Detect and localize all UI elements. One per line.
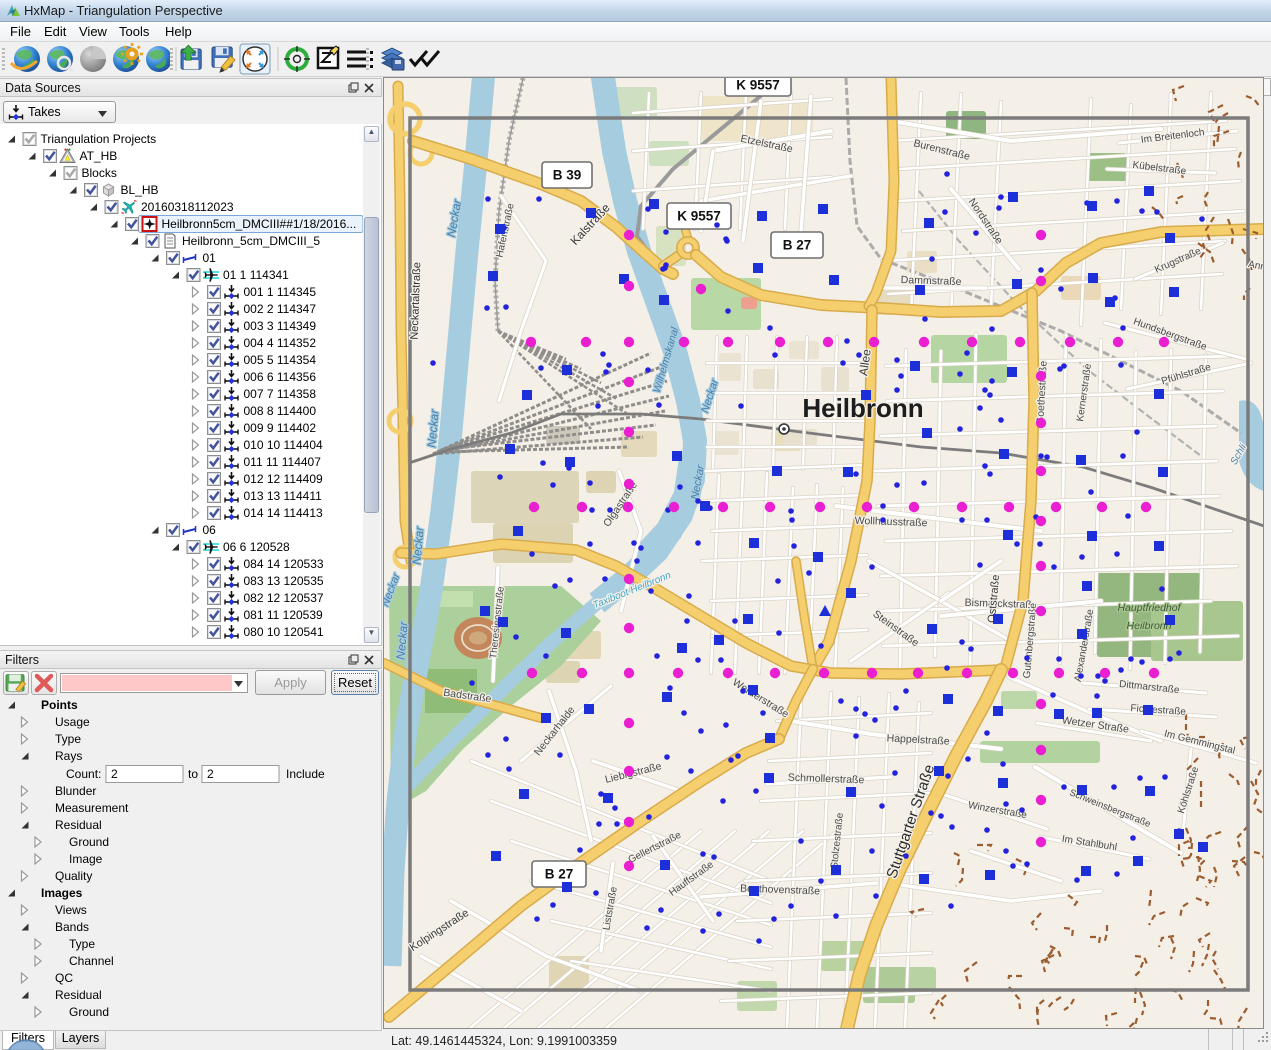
svg-text:Image: Image xyxy=(69,852,103,866)
svg-text:Ground: Ground xyxy=(69,1005,109,1019)
svg-text:082 12 120537: 082 12 120537 xyxy=(244,591,324,605)
svg-text:B 27: B 27 xyxy=(783,238,812,253)
svg-text:2: 2 xyxy=(111,767,118,781)
svg-text:083 13 120535: 083 13 120535 xyxy=(244,574,324,588)
svg-text:BL_HB: BL_HB xyxy=(121,183,159,197)
svg-text:Dammstraße: Dammstraße xyxy=(901,274,962,288)
svg-text:Quality: Quality xyxy=(55,869,92,883)
svg-text:003 3 114349: 003 3 114349 xyxy=(244,319,317,333)
svg-text:K 9557: K 9557 xyxy=(736,78,780,93)
svg-text:QC: QC xyxy=(55,971,73,985)
svg-text:Count:: Count: xyxy=(66,767,101,781)
svg-text:2: 2 xyxy=(207,767,214,781)
svg-text:Residual: Residual xyxy=(55,818,102,832)
svg-text:Ground: Ground xyxy=(69,835,109,849)
svg-text:Residual: Residual xyxy=(55,988,102,1002)
svg-text:Measurement: Measurement xyxy=(55,801,129,815)
svg-text:009 9 114402: 009 9 114402 xyxy=(244,421,317,435)
svg-text:001 1 114345: 001 1 114345 xyxy=(244,285,317,299)
svg-text:084 14 120533: 084 14 120533 xyxy=(244,557,324,571)
svg-text:002 2 114347: 002 2 114347 xyxy=(244,302,317,316)
svg-text:008 8 114400: 008 8 114400 xyxy=(244,404,317,418)
svg-text:006 6 114356: 006 6 114356 xyxy=(244,370,317,384)
svg-text:Triangulation Projects: Triangulation Projects xyxy=(41,132,157,146)
svg-text:06: 06 xyxy=(203,523,217,537)
svg-text:011 11 114407: 011 11 114407 xyxy=(244,455,322,469)
svg-text:Wollhausstraße: Wollhausstraße xyxy=(855,515,928,530)
svg-text:Usage: Usage xyxy=(55,715,90,729)
svg-text:004 4 114352: 004 4 114352 xyxy=(244,336,317,350)
svg-text:Blocks: Blocks xyxy=(82,166,117,180)
svg-text:081 11 120539: 081 11 120539 xyxy=(244,608,324,622)
svg-text:Type: Type xyxy=(55,732,81,746)
svg-text:B 39: B 39 xyxy=(553,168,582,183)
svg-text:20160318112023: 20160318112023 xyxy=(141,200,234,214)
svg-text:010 10 114404: 010 10 114404 xyxy=(244,438,324,452)
svg-text:005 5 114354: 005 5 114354 xyxy=(244,353,317,367)
svg-text:Channel: Channel xyxy=(69,954,114,968)
svg-text:Views: Views xyxy=(55,903,87,917)
svg-text:01 1 114341: 01 1 114341 xyxy=(223,268,289,282)
svg-text:Images: Images xyxy=(41,886,83,900)
svg-text:Heilbronn: Heilbronn xyxy=(1127,620,1172,632)
svg-text:01: 01 xyxy=(203,251,217,265)
svg-text:080 10 120541: 080 10 120541 xyxy=(244,625,324,639)
svg-text:Heilbronn5cm_DMCIII##1/18/2016: Heilbronn5cm_DMCIII##1/18/2016... xyxy=(162,217,357,231)
svg-text:06 6 120528: 06 6 120528 xyxy=(223,540,290,554)
svg-text:014 14 114413: 014 14 114413 xyxy=(244,506,324,520)
svg-text:Points: Points xyxy=(41,698,78,712)
svg-text:K 9557: K 9557 xyxy=(677,209,721,224)
svg-text:Rays: Rays xyxy=(55,749,82,763)
svg-text:007 7 114358: 007 7 114358 xyxy=(244,387,317,401)
svg-text:Blunder: Blunder xyxy=(55,784,96,798)
svg-text:to: to xyxy=(188,767,198,781)
svg-text:Type: Type xyxy=(69,937,95,951)
svg-text:AT_HB: AT_HB xyxy=(80,149,118,163)
svg-text:012 12 114409: 012 12 114409 xyxy=(244,472,324,486)
svg-text:B 27: B 27 xyxy=(545,867,574,882)
svg-text:013 13 114411: 013 13 114411 xyxy=(244,489,323,503)
svg-text:Bands: Bands xyxy=(55,920,89,934)
svg-text:Heilbronn_5cm_DMCIII_5: Heilbronn_5cm_DMCIII_5 xyxy=(182,234,320,248)
svg-text:Include: Include xyxy=(286,767,325,781)
svg-text:Hauptfriedhof: Hauptfriedhof xyxy=(1117,602,1181,614)
